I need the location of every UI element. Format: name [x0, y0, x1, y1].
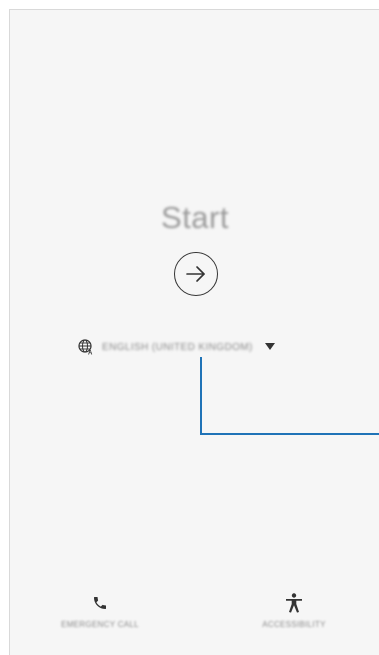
setup-screen: Start A ENGLISH (UNITED KINGDOM) EMERGEN… — [9, 9, 379, 655]
callout-line-vertical — [200, 357, 202, 435]
emergency-call-button[interactable]: EMERGENCY CALL — [35, 592, 165, 629]
start-button[interactable] — [174, 252, 218, 296]
globe-icon: A — [78, 339, 93, 356]
arrow-right-icon — [186, 266, 205, 282]
svg-text:A: A — [88, 351, 93, 356]
start-title: Start — [161, 200, 229, 235]
accessibility-icon — [286, 593, 302, 613]
callout-line-horizontal — [200, 433, 379, 435]
language-label: ENGLISH (UNITED KINGDOM) — [102, 341, 253, 353]
accessibility-label: ACCESSIBILITY — [262, 620, 326, 629]
emergency-call-label: EMERGENCY CALL — [61, 620, 139, 629]
language-selector[interactable]: A ENGLISH (UNITED KINGDOM) — [78, 338, 275, 356]
phone-icon — [94, 597, 106, 609]
triangle-down-icon — [264, 343, 275, 350]
accessibility-button[interactable]: ACCESSIBILITY — [229, 592, 359, 629]
